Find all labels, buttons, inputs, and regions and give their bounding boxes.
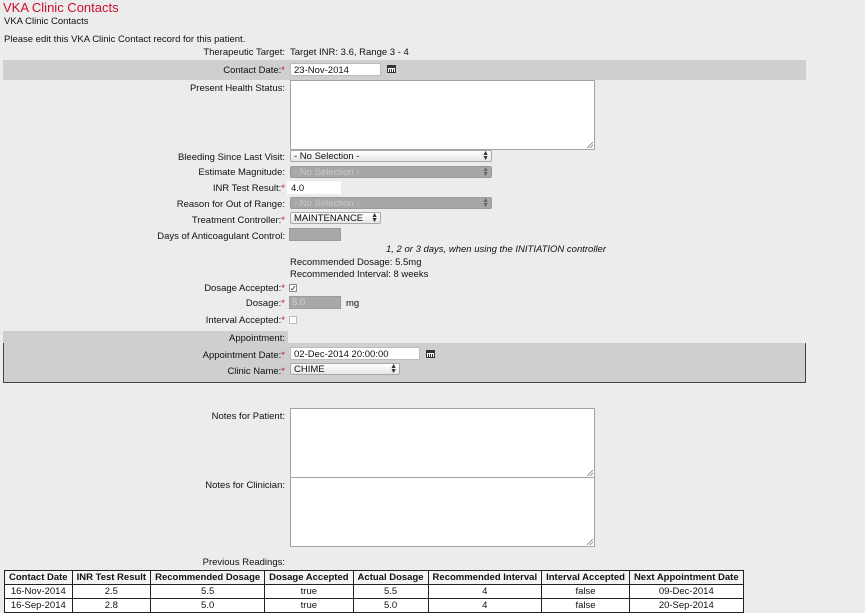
updown-arrows-icon: ▲ ▼ [390,363,397,375]
resize-grip-icon[interactable] [587,539,593,545]
reason-out-of-range-select: - No Selection - ▲ ▼ [290,197,492,209]
therapeutic-target-value: Target INR: 3.6, Range 3 - 4 [290,47,409,58]
contact-date-row [3,60,806,80]
recommended-dosage: Recommended Dosage: 5.5mg [290,257,422,268]
column-header: Recommended Interval [427,570,543,585]
contact-date-label: Contact Date:* [223,65,285,76]
updown-arrows-icon: ▲ ▼ [482,166,489,178]
appointment-date-input[interactable]: 02-Dec-2014 20:00:00 [290,347,420,360]
table-cell: 16-Nov-2014 [4,584,73,599]
updown-arrows-icon: ▲ ▼ [371,212,378,224]
estimate-magnitude-label: Estimate Magnitude: [198,167,285,178]
table-cell: 09-Dec-2014 [628,584,744,599]
clinic-name-label: Clinic Name:* [227,366,285,377]
column-header: Contact Date [4,570,73,585]
interval-accepted-label: Interval Accepted:* [205,315,285,326]
column-header: Actual Dosage [352,570,429,585]
previous-readings-label: Previous Readings: [202,557,285,568]
table-cell: 5.5 [352,584,429,599]
table-row: 16-Nov-2014 2.5 5.5 true 5.5 4 false 09-… [4,584,744,599]
days-hint: 1, 2 or 3 days, when using the INITIATIO… [386,244,607,255]
inr-test-result-input[interactable]: 4.0 [287,181,341,194]
column-header: Dosage Accepted [264,570,354,585]
table-cell: 20-Sep-2014 [628,598,744,613]
appointment-date-label: Appointment Date:* [202,350,285,361]
table-cell: 5.5 [150,584,266,599]
previous-readings-table: Contact Date INR Test Result Recommended… [4,570,744,613]
table-cell: 4 [427,584,543,599]
dosage-accepted-label: Dosage Accepted:* [204,283,285,294]
calendar-icon[interactable] [387,65,396,73]
table-cell: false [541,598,630,613]
treatment-controller-select[interactable]: MAINTENANCE ▲ ▼ [290,212,381,224]
days-anticoagulant-label: Days of Anticoagulant Control: [157,231,285,242]
bleeding-label: Bleeding Since Last Visit: [177,152,285,163]
table-cell: true [264,598,354,613]
dosage-label: Dosage:* [245,298,285,309]
column-header: Next Appointment Date [628,570,744,585]
resize-grip-icon[interactable] [587,142,593,148]
table-cell: true [264,584,354,599]
notes-patient-textarea[interactable] [290,408,595,478]
present-health-status-textarea[interactable] [290,80,595,150]
table-cell: 5.0 [352,598,429,613]
table-cell: 5.0 [150,598,266,613]
notes-patient-label: Notes for Patient: [211,411,285,422]
table-cell: false [541,584,630,599]
table-cell: 16-Sep-2014 [4,598,73,613]
resize-grip-icon[interactable] [587,470,593,476]
therapeutic-target-label: Therapeutic Target: [203,47,285,58]
dosage-accepted-checkbox[interactable]: ✓ [289,284,297,293]
days-anticoagulant-input [289,228,341,241]
dosage-unit: mg [346,298,360,309]
reason-out-of-range-label: Reason for Out of Range: [176,199,285,210]
recommended-interval: Recommended Interval: 8 weeks [290,269,429,280]
bleeding-select[interactable]: - No Selection - ▲ ▼ [290,150,492,162]
updown-arrows-icon: ▲ ▼ [482,150,489,162]
present-health-status-label: Present Health Status: [189,83,285,94]
calendar-icon[interactable] [426,350,435,358]
contact-date-input[interactable]: 23-Nov-2014 [290,63,381,76]
intro-text: Please edit this VKA Clinic Contact reco… [4,34,246,45]
page-title: VKA Clinic Contacts [3,0,119,15]
notes-clinician-label: Notes for Clinician: [205,480,285,491]
table-row: 16-Sep-2014 2.8 5.0 true 5.0 4 false 20-… [4,598,744,613]
treatment-controller-label: Treatment Controller:* [191,215,285,226]
interval-accepted-checkbox[interactable] [289,316,297,324]
inr-test-result-label: INR Test Result:* [212,183,285,194]
clinic-name-select[interactable]: CHIME ▲ ▼ [290,363,400,375]
appointment-header-spacer [288,331,806,343]
column-header: Recommended Dosage [150,570,266,585]
column-header: INR Test Result [71,570,152,585]
table-header-row: Contact Date INR Test Result Recommended… [4,570,744,585]
table-cell: 2.5 [71,584,152,599]
estimate-magnitude-select: - No Selection - ▲ ▼ [290,166,492,178]
table-cell: 4 [427,598,543,613]
dosage-input: 5.0 [289,296,341,309]
column-header: Interval Accepted [541,570,630,585]
updown-arrows-icon: ▲ ▼ [482,197,489,209]
page-subtitle: VKA Clinic Contacts [4,16,89,27]
notes-clinician-textarea[interactable] [290,477,595,547]
table-cell: 2.8 [71,598,152,613]
